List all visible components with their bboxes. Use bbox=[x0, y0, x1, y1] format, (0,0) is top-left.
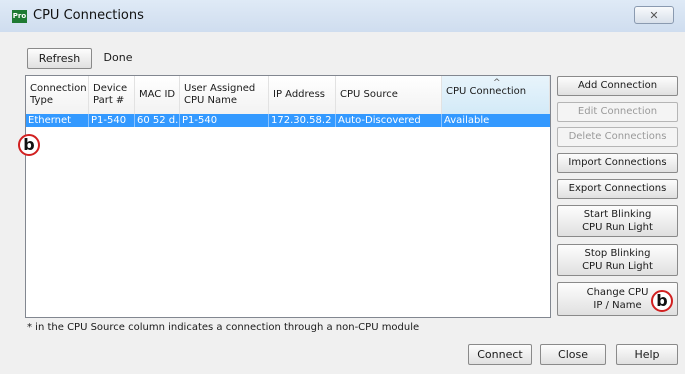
table-cell: 172.30.58.2 bbox=[269, 114, 336, 127]
close-icon: ✕ bbox=[649, 9, 659, 22]
annotation-marker-change-button: b bbox=[651, 290, 673, 312]
start-blinking-button[interactable]: Start Blinking CPU Run Light bbox=[557, 205, 678, 237]
column-header-connection-type[interactable]: Connection Type bbox=[26, 76, 89, 114]
column-header-cpu-source[interactable]: CPU Source bbox=[336, 76, 442, 114]
table-row[interactable]: Ethernet P1-540 60 52 d... P1-540 172.30… bbox=[26, 114, 550, 127]
column-header-mac-id[interactable]: MAC ID bbox=[135, 76, 180, 114]
annotation-marker-table: b bbox=[18, 134, 40, 156]
delete-connections-button[interactable]: Delete Connections bbox=[557, 127, 678, 147]
import-connections-button[interactable]: Import Connections bbox=[557, 153, 678, 173]
help-button[interactable]: Help bbox=[616, 344, 678, 365]
table-cell: 60 52 d... bbox=[137, 114, 180, 127]
column-header-ip-address[interactable]: IP Address bbox=[269, 76, 336, 114]
table-cell: P1-540 bbox=[89, 114, 135, 127]
column-header-user-cpu-name[interactable]: User Assigned CPU Name bbox=[180, 76, 269, 114]
table-cell: Ethernet bbox=[26, 114, 89, 127]
title-bar: Pro CPU Connections ✕ bbox=[0, 0, 685, 32]
export-connections-button[interactable]: Export Connections bbox=[557, 179, 678, 199]
connections-table[interactable]: Connection Type Device Part # MAC ID Use… bbox=[25, 75, 551, 318]
app-logo-icon: Pro bbox=[12, 10, 27, 23]
close-button[interactable]: Close bbox=[540, 344, 606, 365]
edit-connection-button[interactable]: Edit Connection bbox=[557, 102, 678, 122]
cpu-source-note: * in the CPU Source column indicates a c… bbox=[27, 322, 420, 333]
window-title: CPU Connections bbox=[33, 8, 144, 23]
done-button[interactable]: Done bbox=[98, 48, 138, 69]
table-cell: Auto-Discovered bbox=[336, 114, 442, 127]
column-header-cpu-connection[interactable]: ^ CPU Connection bbox=[442, 76, 550, 114]
table-cell: P1-540 bbox=[180, 114, 269, 127]
add-connection-button[interactable]: Add Connection bbox=[557, 76, 678, 96]
sort-ascending-icon: ^ bbox=[493, 78, 501, 88]
window-close-button[interactable]: ✕ bbox=[634, 6, 674, 24]
column-header-device-part[interactable]: Device Part # bbox=[89, 76, 135, 114]
connect-button[interactable]: Connect bbox=[468, 344, 532, 365]
table-header: Connection Type Device Part # MAC ID Use… bbox=[26, 76, 550, 115]
stop-blinking-button[interactable]: Stop Blinking CPU Run Light bbox=[557, 244, 678, 276]
table-cell: Available bbox=[444, 115, 490, 126]
refresh-button[interactable]: Refresh bbox=[27, 48, 92, 69]
